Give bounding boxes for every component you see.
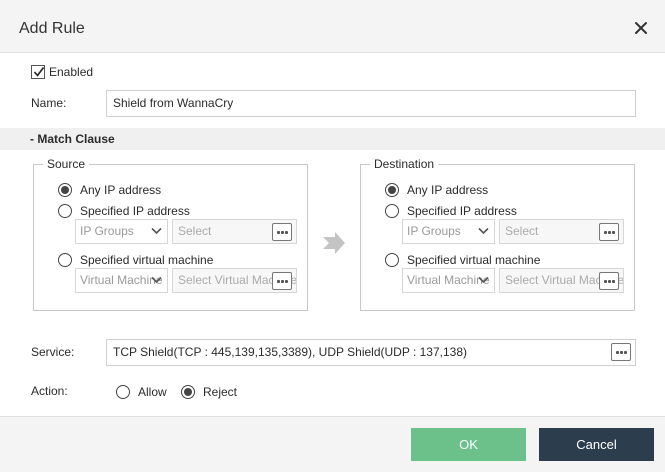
action-allow-radio[interactable]	[116, 385, 130, 399]
close-icon[interactable]	[632, 19, 650, 37]
destination-ip-more-button[interactable]	[599, 223, 619, 241]
ok-button[interactable]: OK	[411, 428, 526, 461]
destination-specified-ip-label: Specified IP address	[407, 204, 517, 218]
source-vm-more-button[interactable]	[272, 272, 292, 290]
match-clause-bar[interactable]: - Match Clause	[0, 128, 665, 150]
service-more-button[interactable]	[611, 343, 631, 361]
name-label: Name:	[31, 96, 67, 110]
source-vm-select[interactable]: Virtual Machine	[75, 268, 168, 293]
destination-any-ip-radio[interactable]	[385, 183, 399, 197]
destination-ip-groups-value: IP Groups	[407, 224, 461, 238]
name-field[interactable]: Shield from WannaCry	[106, 90, 636, 117]
match-clause-label: - Match Clause	[30, 132, 115, 146]
destination-legend: Destination	[370, 157, 439, 171]
source-ip-select-placeholder: Select	[178, 224, 212, 238]
service-field[interactable]: TCP Shield(TCP : 445,139,135,3389), UDP …	[106, 339, 636, 366]
source-ip-groups-select[interactable]: IP Groups	[75, 219, 168, 244]
destination-specified-vm-label: Specified virtual machine	[407, 253, 541, 267]
service-value: TCP Shield(TCP : 445,139,135,3389), UDP …	[113, 345, 467, 359]
chevron-down-icon	[478, 227, 489, 235]
source-specified-vm-radio[interactable]	[58, 253, 72, 267]
action-reject-radio[interactable]	[181, 385, 195, 399]
destination-ip-select-placeholder: Select	[505, 224, 539, 238]
source-specified-ip-radio[interactable]	[58, 204, 72, 218]
destination-specified-vm-radio[interactable]	[385, 253, 399, 267]
chevron-down-icon	[478, 276, 489, 284]
source-ip-more-button[interactable]	[272, 223, 292, 241]
source-ip-groups-value: IP Groups	[80, 224, 134, 238]
destination-any-ip-label: Any IP address	[407, 183, 489, 197]
enabled-checkbox[interactable]	[31, 65, 45, 79]
chevron-down-icon	[151, 276, 162, 284]
arrow-right-icon	[322, 231, 346, 258]
dialog-title: Add Rule	[19, 20, 85, 37]
destination-specified-ip-radio[interactable]	[385, 204, 399, 218]
source-specified-vm-label: Specified virtual machine	[80, 253, 214, 267]
dialog-footer: OK Cancel	[0, 416, 665, 472]
enabled-label: Enabled	[49, 65, 94, 79]
cancel-button[interactable]: Cancel	[539, 428, 654, 461]
source-any-ip-label: Any IP address	[80, 183, 162, 197]
source-any-ip-radio[interactable]	[58, 183, 72, 197]
source-legend: Source	[43, 157, 90, 171]
action-label: Action:	[31, 384, 68, 398]
checkmark-icon	[33, 67, 45, 77]
destination-vm-more-button[interactable]	[599, 272, 619, 290]
source-specified-ip-label: Specified IP address	[80, 204, 190, 218]
destination-ip-groups-select[interactable]: IP Groups	[402, 219, 495, 244]
destination-vm-select[interactable]: Virtual Machine	[402, 268, 495, 293]
action-allow-label: Allow	[138, 385, 167, 399]
dialog-header: Add Rule	[0, 0, 665, 53]
action-reject-label: Reject	[203, 385, 238, 399]
service-label: Service:	[31, 345, 75, 359]
chevron-down-icon	[151, 227, 162, 235]
